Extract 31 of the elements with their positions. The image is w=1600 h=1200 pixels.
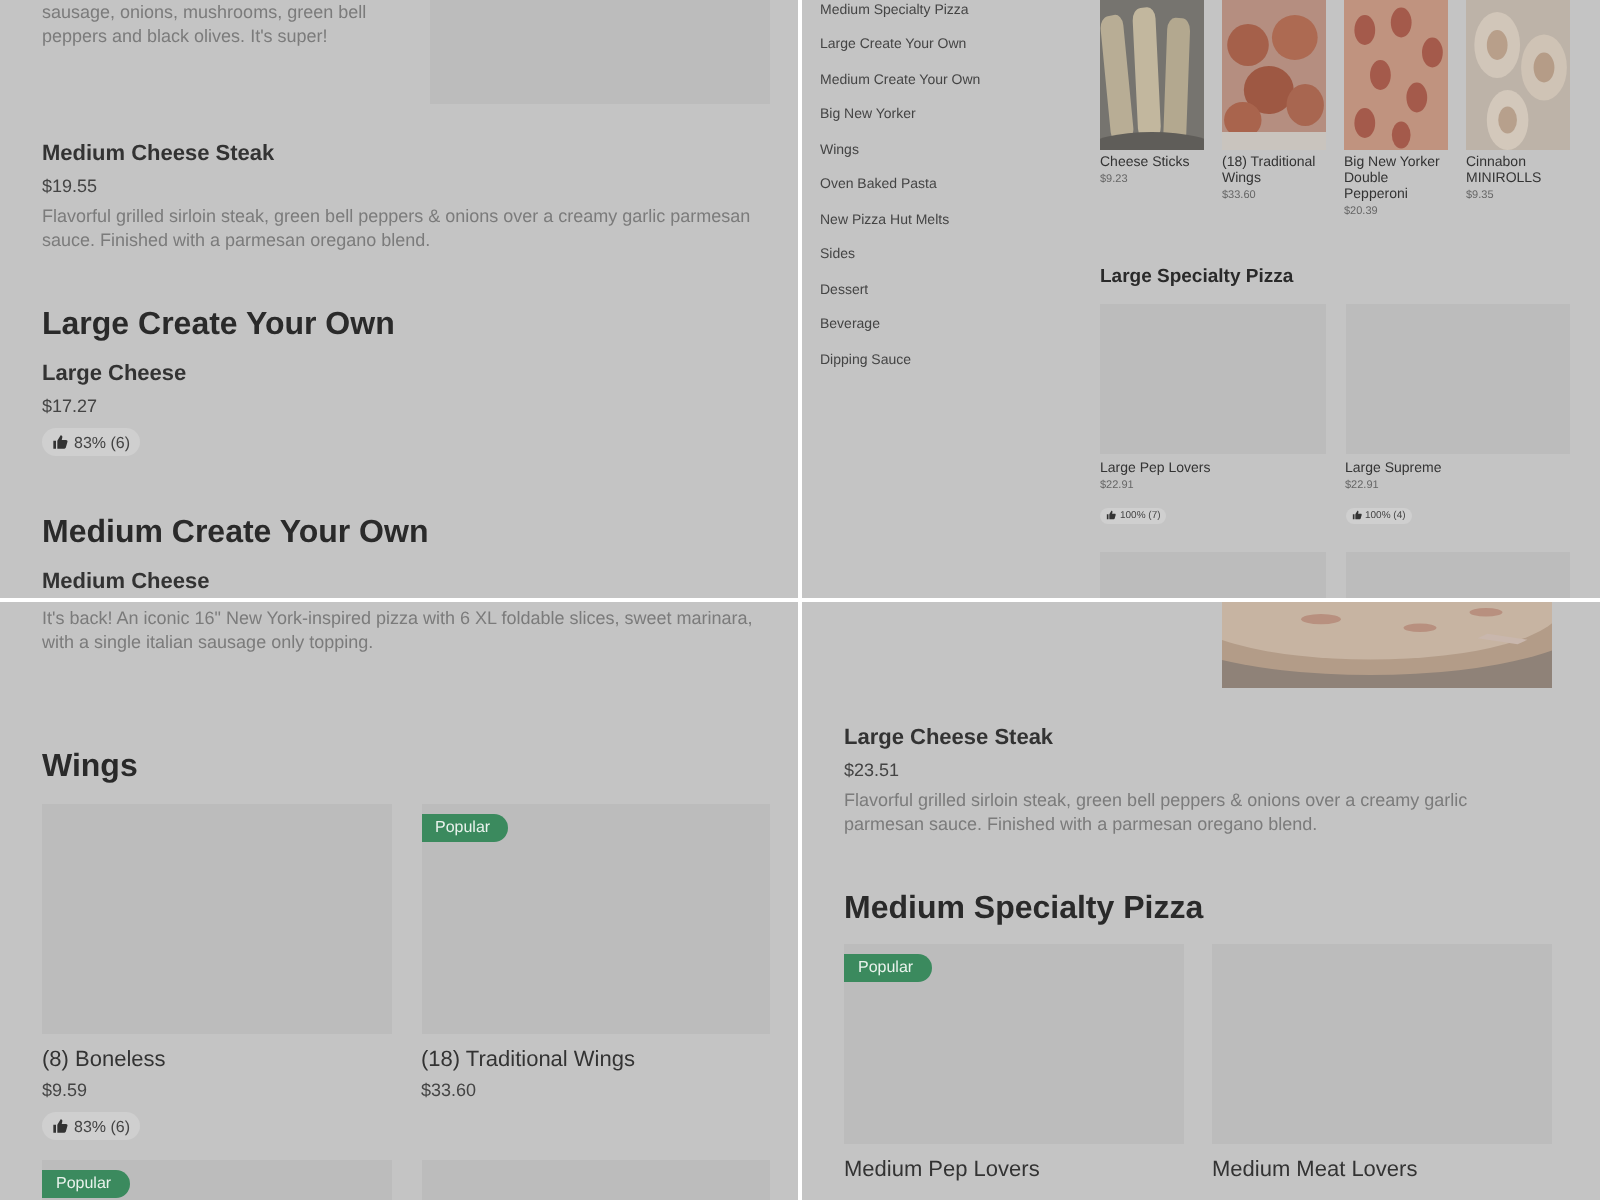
item-name: Large Cheese (42, 360, 189, 388)
section-title: Large Create Your Own (42, 308, 397, 344)
item-name: Medium Cheese (42, 568, 212, 596)
rating-text: 83% (6) (74, 1117, 131, 1135)
section-title: Large Specialty Pizza (1100, 266, 1296, 290)
item-price: $9.59 (42, 1080, 90, 1102)
section-title: Medium Specialty Pizza (844, 892, 1206, 928)
item-description: Flavorful grilled sirloin steak, green bell peppers & onions over a creamy garlic parmesan sauce. Finished with a parmesan oregano blend. (844, 788, 1470, 836)
item-name: (8) Boneless (42, 1048, 168, 1074)
item-description: It's back! An iconic 16" New York-inspired pizza with 6 XL foldable slices, sweet marinara, with a single italian sausage only topping. (42, 606, 755, 654)
item-price: $19.55 (42, 176, 100, 198)
section-title: Wings (42, 750, 140, 786)
thumbs-up-icon (1106, 510, 1116, 520)
popular-badge: Popular (42, 1170, 130, 1198)
rating-text: 83% (6) (74, 433, 131, 451)
item-price: $33.60 (421, 1080, 479, 1102)
item-name: Medium Pep Lovers (844, 1158, 1042, 1184)
thumbs-up-icon (52, 1118, 68, 1134)
thumbs-up-icon (52, 434, 68, 450)
item-price: $23.51 (844, 760, 902, 782)
thumbs-up-icon (1351, 510, 1361, 520)
item-name: Medium Meat Lovers (1212, 1158, 1420, 1184)
item-name: Large Cheese Steak (844, 724, 1056, 752)
item-price: $17.27 (42, 396, 100, 418)
popular-badge: Popular (844, 954, 932, 982)
item-name: Medium Cheese Steak (42, 140, 277, 168)
item-description: sausage, onions, mushrooms, green bell peppers and black olives. It's super! (42, 0, 369, 48)
item-description: Flavorful grilled sirloin steak, green bell peppers & onions over a creamy garlic parmesan sauce. Finished with a parmesan oregano blend. (42, 204, 753, 252)
item-name: (18) Traditional Wings (421, 1048, 637, 1074)
section-title: Medium Create Your Own (42, 516, 431, 552)
popular-badge: Popular (421, 814, 509, 842)
